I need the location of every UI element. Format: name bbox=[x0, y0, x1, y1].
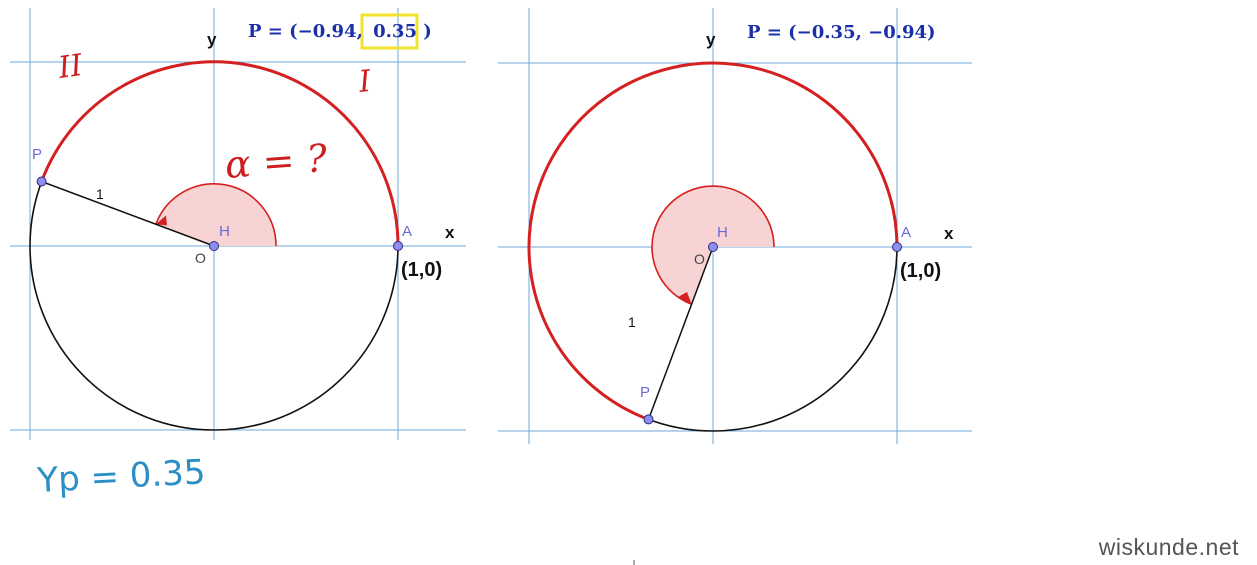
label-A: A bbox=[402, 223, 412, 240]
label-O: O bbox=[694, 251, 705, 267]
point-origin bbox=[708, 242, 718, 252]
radius-label: 1 bbox=[96, 186, 104, 202]
x-axis-label: x bbox=[445, 223, 455, 242]
coordinate-title-left: P = (−0.94, 0.35 ) bbox=[248, 21, 432, 42]
point-P bbox=[36, 176, 47, 187]
angle-question-note: α = ? bbox=[224, 136, 329, 187]
unit-point-label: (1,0) bbox=[401, 259, 442, 281]
quadrant-II-note: II bbox=[55, 48, 85, 86]
point-origin bbox=[209, 241, 219, 251]
label-P: P bbox=[640, 384, 650, 401]
unit-point-label: (1,0) bbox=[900, 260, 941, 282]
label-H: H bbox=[717, 224, 728, 241]
label-A: A bbox=[901, 224, 911, 241]
canvas: P H O A 1 y x (1,0) P = (−0.94, 0.35 ) I… bbox=[10, 8, 972, 565]
label-H: H bbox=[219, 223, 230, 240]
y-axis-label: y bbox=[706, 30, 716, 49]
point-P bbox=[643, 414, 654, 425]
coordinate-title-right: P = (−0.35, −0.94) bbox=[747, 22, 936, 43]
quadrant-I-note: I bbox=[356, 64, 374, 100]
label-O: O bbox=[195, 250, 206, 266]
yp-note: Yp = 0.35 bbox=[35, 452, 206, 501]
x-axis-label: x bbox=[944, 224, 954, 243]
angle-sector bbox=[155, 183, 277, 246]
title-highlight-value: 0.35 bbox=[373, 21, 417, 42]
label-P: P bbox=[32, 146, 42, 163]
point-A bbox=[892, 242, 902, 252]
y-axis-label: y bbox=[207, 30, 217, 49]
point-A bbox=[393, 241, 403, 251]
title-suffix: ) bbox=[423, 21, 432, 42]
diagram-left: P H O A 1 y x (1,0) P = (−0.94, 0.35 ) I… bbox=[10, 8, 466, 501]
watermark: wiskunde.net bbox=[1098, 534, 1239, 560]
diagram-right: P H O A 1 y x (1,0) P = (−0.35, −0.94) bbox=[498, 8, 972, 444]
radius-label: 1 bbox=[628, 314, 636, 330]
title-prefix: P = (−0.94, bbox=[248, 21, 363, 42]
